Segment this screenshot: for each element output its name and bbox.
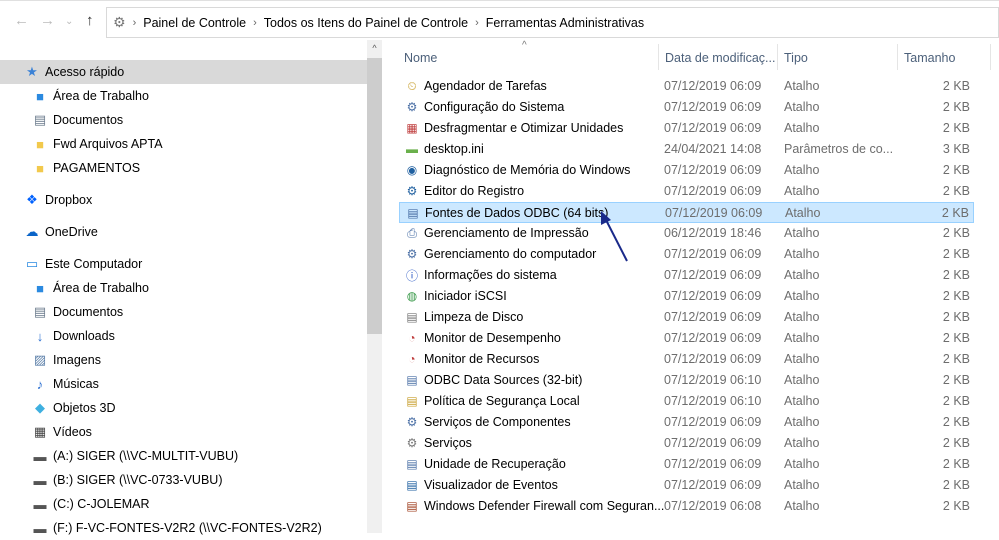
arrow-shaft: [603, 215, 628, 262]
annotation-arrow: [601, 211, 628, 262]
arrow-head: [601, 211, 611, 225]
